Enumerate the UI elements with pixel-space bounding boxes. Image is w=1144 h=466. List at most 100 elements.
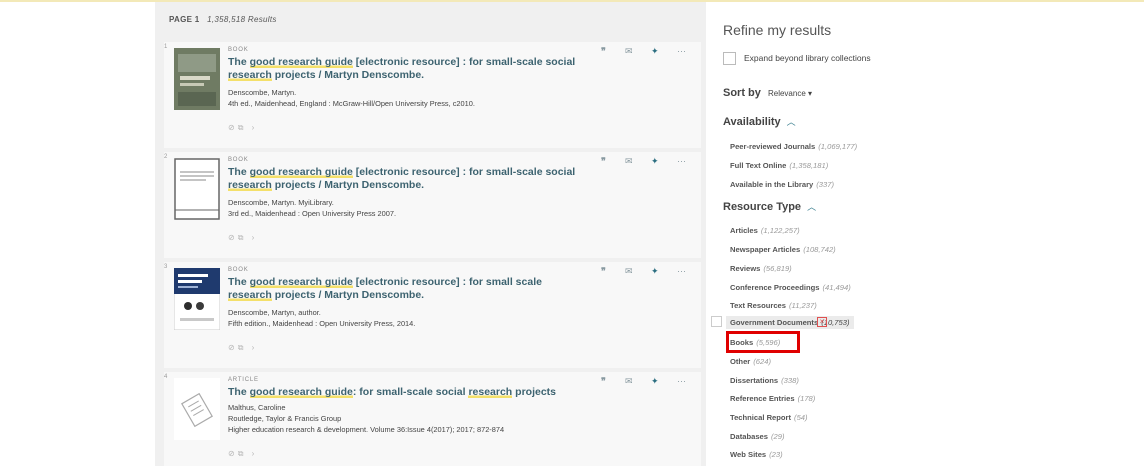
chevron-right-icon[interactable]: ›	[252, 343, 258, 352]
result-type: ARTICLE	[228, 377, 259, 383]
resource-type-title[interactable]: Resource Type ︿	[723, 200, 816, 213]
facet-peer-reviewed[interactable]: Peer-reviewed Journals (1,069,177)	[730, 142, 857, 151]
result-links: ⊘⧉ ›	[228, 233, 257, 243]
chevron-right-icon[interactable]: ›	[252, 449, 258, 458]
result-item[interactable]: 1 BOOK The good research guide [electron…	[164, 42, 701, 148]
include-checkbox[interactable]	[711, 316, 722, 327]
external-link-icon[interactable]: ⧉	[238, 449, 247, 458]
title-text: The	[228, 386, 250, 398]
result-title[interactable]: The good research guide [electronic reso…	[228, 166, 588, 192]
pin-icon[interactable]: ✦	[651, 376, 659, 387]
result-author: Denscombe, Martyn.	[228, 88, 297, 97]
expand-label: Expand beyond library collections	[744, 52, 871, 63]
result-number: 3	[164, 264, 168, 270]
availability-label: Availability	[723, 116, 781, 128]
result-type: BOOK	[228, 157, 249, 163]
result-publication: 4th ed., Maidenhead, England : McGraw-Hi…	[228, 99, 475, 108]
result-item[interactable]: 4 ARTICLE The good research guide: for s…	[164, 372, 701, 466]
chevron-right-icon[interactable]: ›	[252, 233, 258, 242]
external-link-icon[interactable]: ⧉	[238, 343, 247, 352]
result-publication: Fifth edition., Maidenhead : Open Univer…	[228, 319, 416, 328]
result-item[interactable]: 2 BOOK The good research guide [electron…	[164, 152, 701, 258]
result-links: ⊘⧉ ›	[228, 449, 257, 459]
facet-web-sites[interactable]: Web Sites (23)	[730, 450, 783, 459]
result-item[interactable]: 3 BOOK The good research guide [electron…	[164, 262, 701, 368]
facet-government-documents[interactable]: Government Documents (10,753)	[726, 316, 854, 329]
quote-icon[interactable]: ❞	[601, 46, 606, 57]
results-count: 1,358,518 Results	[207, 15, 277, 24]
facet-dissertations[interactable]: Dissertations (338)	[730, 376, 799, 385]
mail-icon[interactable]: ✉	[625, 376, 633, 387]
chevron-up-icon[interactable]: ︿	[807, 202, 816, 212]
more-icon[interactable]: ···	[677, 266, 686, 276]
book-cover-thumbnail[interactable]	[174, 48, 220, 110]
external-link-icon[interactable]: ⧉	[238, 123, 247, 132]
mail-icon[interactable]: ✉	[625, 156, 633, 167]
result-links: ⊘⧉ ›	[228, 123, 257, 133]
title-text: : for small-scale social	[352, 386, 469, 398]
facet-technical-report[interactable]: Technical Report (54)	[730, 413, 808, 422]
result-actions: ❞ ✉ ✦ ···	[601, 376, 701, 388]
sort-row: Sort by Relevance ▾	[723, 87, 812, 99]
more-icon[interactable]: ···	[677, 46, 686, 56]
title-text: The	[228, 166, 250, 178]
link-icon[interactable]: ⊘	[228, 449, 238, 458]
facets-sidebar: Refine my results Expand beyond library …	[711, 2, 1133, 466]
result-number: 1	[164, 44, 168, 50]
more-icon[interactable]: ···	[677, 156, 686, 166]
pin-icon[interactable]: ✦	[651, 266, 659, 277]
pin-icon[interactable]: ✦	[651, 46, 659, 57]
facet-conference-proceedings[interactable]: Conference Proceedings (41,494)	[730, 283, 851, 292]
mail-icon[interactable]: ✉	[625, 46, 633, 57]
result-title[interactable]: The good research guide: for small-scale…	[228, 386, 648, 399]
facet-reviews[interactable]: Reviews (56,819)	[730, 264, 792, 273]
sort-dropdown[interactable]: Relevance ▾	[768, 89, 812, 98]
result-title[interactable]: The good research guide [electronic reso…	[228, 56, 588, 82]
book-cover-thumbnail[interactable]	[174, 268, 220, 330]
facet-databases[interactable]: Databases (29)	[730, 432, 785, 441]
result-publication: Higher education research & development.…	[228, 425, 505, 434]
external-link-icon[interactable]: ⧉	[238, 233, 247, 242]
title-text: projects / Martyn Denscombe.	[271, 69, 425, 81]
link-icon[interactable]: ⊘	[228, 233, 238, 242]
quote-icon[interactable]: ❞	[601, 376, 606, 387]
facet-newspaper-articles[interactable]: Newspaper Articles (108,742)	[730, 245, 836, 254]
expand-beyond-row[interactable]: Expand beyond library collections	[723, 52, 871, 65]
mail-icon[interactable]: ✉	[625, 266, 633, 277]
facet-available-in-library[interactable]: Available in the Library (337)	[730, 180, 834, 189]
pin-icon[interactable]: ✦	[651, 156, 659, 167]
result-meta: Malthus, Caroline Routledge, Taylor & Fr…	[228, 402, 648, 435]
chevron-right-icon[interactable]: ›	[252, 123, 258, 132]
result-type: BOOK	[228, 267, 249, 273]
result-author: Denscombe, Martyn. MyiLibrary.	[228, 198, 334, 207]
resource-type-label: Resource Type	[723, 201, 802, 213]
result-meta: Denscombe, Martyn. MyiLibrary. 3rd ed., …	[228, 197, 648, 219]
facet-text-resources[interactable]: Text Resources (11,237)	[730, 301, 817, 310]
article-icon-thumbnail[interactable]	[174, 378, 220, 440]
left-margin	[0, 2, 155, 466]
title-highlight: good research guide	[249, 56, 353, 68]
result-type: BOOK	[228, 47, 249, 53]
expand-checkbox[interactable]	[723, 52, 736, 65]
result-title[interactable]: The good research guide [electronic reso…	[228, 276, 588, 302]
chevron-up-icon[interactable]: ︿	[787, 117, 796, 127]
generic-book-thumbnail[interactable]	[174, 158, 220, 220]
facet-full-text-online[interactable]: Full Text Online (1,358,181)	[730, 161, 828, 170]
title-text: The	[228, 56, 250, 68]
title-text: [electronic resource] : for small scale	[352, 276, 542, 288]
availability-title[interactable]: Availability ︿	[723, 115, 796, 128]
title-text: [electronic resource] : for small-scale …	[352, 56, 576, 68]
facet-articles[interactable]: Articles (1,122,257)	[730, 226, 800, 235]
sort-label: Sort by	[723, 87, 761, 99]
facet-reference-entries[interactable]: Reference Entries (178)	[730, 394, 815, 403]
link-icon[interactable]: ⊘	[228, 343, 238, 352]
link-icon[interactable]: ⊘	[228, 123, 238, 132]
facet-other[interactable]: Other (624)	[730, 357, 771, 366]
more-icon[interactable]: ···	[677, 376, 686, 386]
quote-icon[interactable]: ❞	[601, 156, 606, 167]
results-panel: PAGE 1 1,358,518 Results 1 BOOK The good…	[155, 2, 706, 466]
result-meta: Denscombe, Martyn. 4th ed., Maidenhead, …	[228, 87, 648, 109]
quote-icon[interactable]: ❞	[601, 266, 606, 277]
exclude-icon[interactable]: ×	[817, 317, 827, 327]
title-highlight: good research guide	[249, 276, 353, 288]
